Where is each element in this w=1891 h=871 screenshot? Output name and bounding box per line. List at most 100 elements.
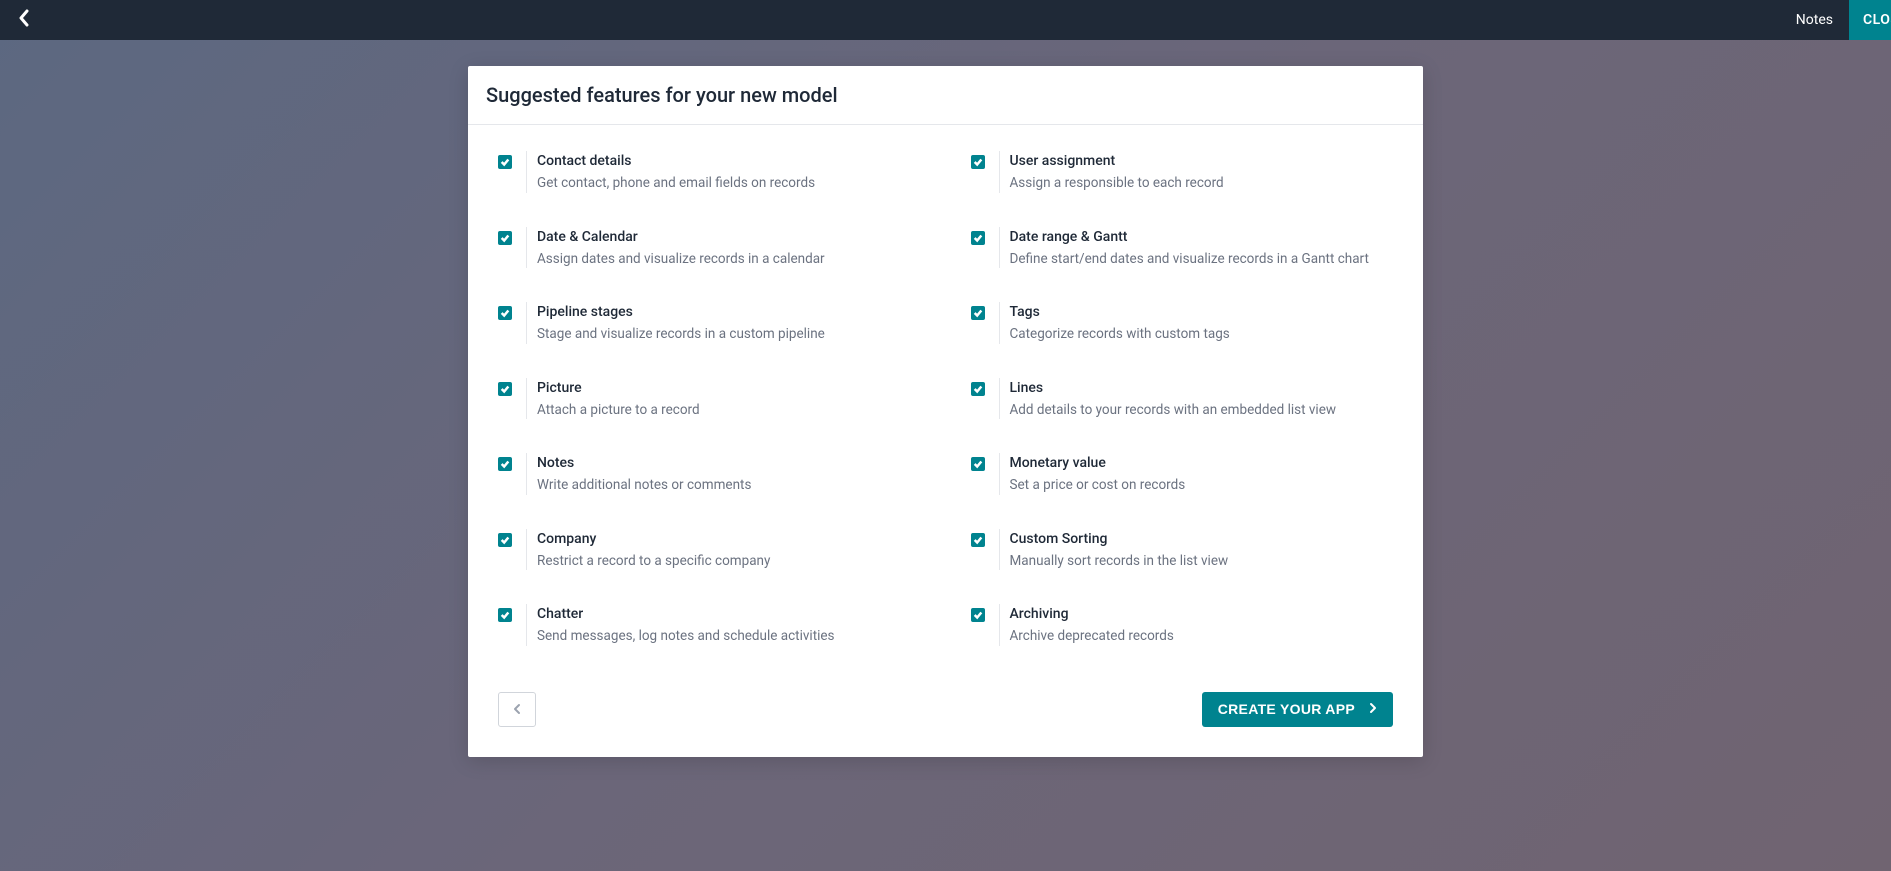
feature-tags: Tags Categorize records with custom tags bbox=[971, 306, 1394, 344]
feature-desc: Set a price or cost on records bbox=[1010, 477, 1186, 495]
feature-desc: Get contact, phone and email fields on r… bbox=[537, 175, 815, 193]
check-icon bbox=[500, 535, 510, 545]
checkbox-lines[interactable] bbox=[971, 382, 985, 396]
checkbox-picture[interactable] bbox=[498, 382, 512, 396]
feature-text: User assignment Assign a responsible to … bbox=[999, 151, 1224, 193]
create-app-label: CREATE YOUR APP bbox=[1218, 701, 1355, 717]
modal-footer: CREATE YOUR APP bbox=[468, 692, 1423, 757]
feature-monetary-value: Monetary value Set a price or cost on re… bbox=[971, 457, 1394, 495]
check-icon bbox=[500, 459, 510, 469]
feature-text: Chatter Send messages, log notes and sch… bbox=[526, 604, 835, 646]
feature-desc: Stage and visualize records in a custom … bbox=[537, 326, 825, 344]
checkbox-notes[interactable] bbox=[498, 457, 512, 471]
feature-title: Custom Sorting bbox=[1010, 531, 1229, 547]
feature-desc: Archive deprecated records bbox=[1010, 628, 1174, 646]
feature-title: Company bbox=[537, 531, 770, 547]
chevron-right-icon bbox=[1369, 702, 1377, 717]
feature-text: Custom Sorting Manually sort records in … bbox=[999, 529, 1229, 571]
feature-title: Date range & Gantt bbox=[1010, 229, 1369, 245]
back-button[interactable] bbox=[18, 9, 29, 32]
feature-text: Archiving Archive deprecated records bbox=[999, 604, 1174, 646]
feature-text: Monetary value Set a price or cost on re… bbox=[999, 453, 1186, 495]
feature-desc: Restrict a record to a specific company bbox=[537, 553, 770, 571]
feature-text: Notes Write additional notes or comments bbox=[526, 453, 751, 495]
feature-desc: Assign a responsible to each record bbox=[1010, 175, 1224, 193]
checkbox-tags[interactable] bbox=[971, 306, 985, 320]
check-icon bbox=[973, 384, 983, 394]
feature-title: Lines bbox=[1010, 380, 1337, 396]
check-icon bbox=[973, 459, 983, 469]
checkbox-custom-sorting[interactable] bbox=[971, 533, 985, 547]
feature-user-assignment: User assignment Assign a responsible to … bbox=[971, 155, 1394, 193]
checkbox-company[interactable] bbox=[498, 533, 512, 547]
feature-text: Company Restrict a record to a specific … bbox=[526, 529, 770, 571]
feature-title: Tags bbox=[1010, 304, 1230, 320]
feature-desc: Assign dates and visualize records in a … bbox=[537, 251, 825, 269]
check-icon bbox=[973, 157, 983, 167]
feature-title: Notes bbox=[537, 455, 751, 471]
feature-custom-sorting: Custom Sorting Manually sort records in … bbox=[971, 533, 1394, 571]
feature-text: Contact details Get contact, phone and e… bbox=[526, 151, 815, 193]
create-app-button[interactable]: CREATE YOUR APP bbox=[1202, 692, 1393, 727]
feature-desc: Manually sort records in the list view bbox=[1010, 553, 1229, 571]
chevron-left-icon bbox=[18, 9, 29, 27]
feature-text: Pipeline stages Stage and visualize reco… bbox=[526, 302, 825, 344]
feature-title: Chatter bbox=[537, 606, 835, 622]
modal-header: Suggested features for your new model bbox=[468, 66, 1423, 125]
check-icon bbox=[500, 610, 510, 620]
feature-archiving: Archiving Archive deprecated records bbox=[971, 608, 1394, 646]
feature-desc: Send messages, log notes and schedule ac… bbox=[537, 628, 835, 646]
notes-link[interactable]: Notes bbox=[1796, 12, 1833, 28]
check-icon bbox=[500, 233, 510, 243]
topbar-right: Notes CLOSE bbox=[1796, 0, 1891, 40]
feature-text: Date & Calendar Assign dates and visuali… bbox=[526, 227, 825, 269]
check-icon bbox=[500, 308, 510, 318]
features-grid: Contact details Get contact, phone and e… bbox=[468, 125, 1423, 696]
checkbox-chatter[interactable] bbox=[498, 608, 512, 622]
modal: Suggested features for your new model Co… bbox=[468, 66, 1423, 757]
feature-desc: Define start/end dates and visualize rec… bbox=[1010, 251, 1369, 269]
feature-desc: Write additional notes or comments bbox=[537, 477, 751, 495]
checkbox-pipeline-stages[interactable] bbox=[498, 306, 512, 320]
chevron-left-icon bbox=[513, 703, 521, 715]
feature-text: Tags Categorize records with custom tags bbox=[999, 302, 1230, 344]
feature-desc: Categorize records with custom tags bbox=[1010, 326, 1230, 344]
check-icon bbox=[500, 157, 510, 167]
feature-title: User assignment bbox=[1010, 153, 1224, 169]
prev-button[interactable] bbox=[498, 692, 536, 727]
checkbox-user-assignment[interactable] bbox=[971, 155, 985, 169]
check-icon bbox=[500, 384, 510, 394]
checkbox-monetary-value[interactable] bbox=[971, 457, 985, 471]
feature-chatter: Chatter Send messages, log notes and sch… bbox=[498, 608, 921, 646]
feature-title: Pipeline stages bbox=[537, 304, 825, 320]
features-column-right: User assignment Assign a responsible to … bbox=[971, 155, 1394, 684]
topbar: Notes CLOSE bbox=[0, 0, 1891, 40]
feature-text: Date range & Gantt Define start/end date… bbox=[999, 227, 1369, 269]
feature-company: Company Restrict a record to a specific … bbox=[498, 533, 921, 571]
feature-title: Archiving bbox=[1010, 606, 1174, 622]
feature-pipeline-stages: Pipeline stages Stage and visualize reco… bbox=[498, 306, 921, 344]
feature-desc: Add details to your records with an embe… bbox=[1010, 402, 1337, 420]
checkbox-archiving[interactable] bbox=[971, 608, 985, 622]
feature-date-calendar: Date & Calendar Assign dates and visuali… bbox=[498, 231, 921, 269]
feature-lines: Lines Add details to your records with a… bbox=[971, 382, 1394, 420]
feature-notes: Notes Write additional notes or comments bbox=[498, 457, 921, 495]
feature-title: Picture bbox=[537, 380, 700, 396]
feature-contact-details: Contact details Get contact, phone and e… bbox=[498, 155, 921, 193]
feature-title: Monetary value bbox=[1010, 455, 1186, 471]
feature-date-range-gantt: Date range & Gantt Define start/end date… bbox=[971, 231, 1394, 269]
feature-title: Contact details bbox=[537, 153, 815, 169]
feature-title: Date & Calendar bbox=[537, 229, 825, 245]
feature-picture: Picture Attach a picture to a record bbox=[498, 382, 921, 420]
modal-title: Suggested features for your new model bbox=[486, 83, 1405, 107]
features-column-left: Contact details Get contact, phone and e… bbox=[498, 155, 921, 684]
checkbox-date-range-gantt[interactable] bbox=[971, 231, 985, 245]
feature-text: Lines Add details to your records with a… bbox=[999, 378, 1337, 420]
close-button[interactable]: CLOSE bbox=[1849, 0, 1891, 40]
check-icon bbox=[973, 233, 983, 243]
checkbox-contact-details[interactable] bbox=[498, 155, 512, 169]
feature-text: Picture Attach a picture to a record bbox=[526, 378, 700, 420]
feature-desc: Attach a picture to a record bbox=[537, 402, 700, 420]
check-icon bbox=[973, 610, 983, 620]
checkbox-date-calendar[interactable] bbox=[498, 231, 512, 245]
